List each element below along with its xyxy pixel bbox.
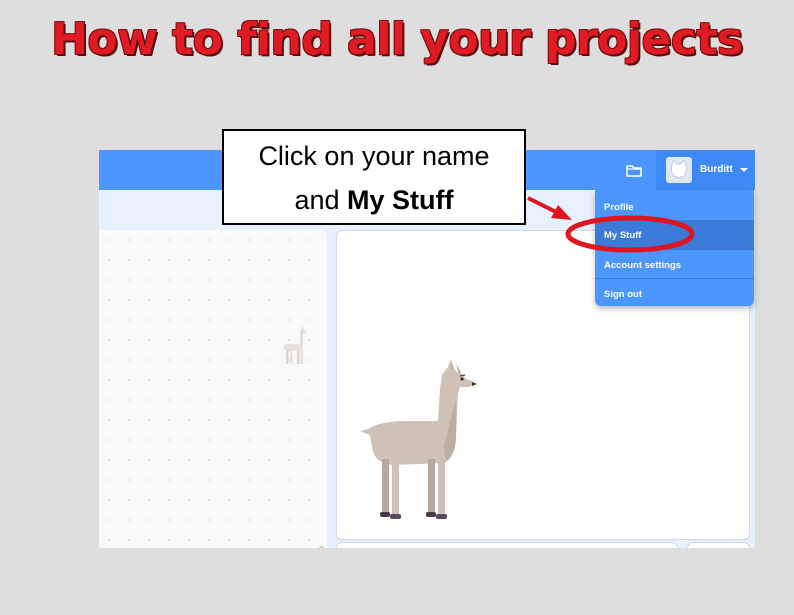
slide-title: How to find all your projects: [51, 14, 743, 65]
callout-line-1: Click on your name: [258, 141, 490, 171]
folder-icon[interactable]: [624, 160, 644, 180]
code-area[interactable]: [99, 230, 327, 548]
caret-down-icon[interactable]: [740, 168, 748, 172]
menu-item-my-stuff[interactable]: My Stuff: [595, 220, 754, 249]
account-dropdown-menu: Profile My Stuff Account settings Sign o…: [595, 190, 754, 306]
menu-item-sign-out[interactable]: Sign out: [595, 278, 754, 307]
llama-sprite[interactable]: [352, 359, 482, 529]
account-menu-button[interactable]: Burditt: [656, 150, 755, 190]
callout-prefix: and: [294, 185, 348, 215]
menu-item-profile[interactable]: Profile: [595, 192, 754, 221]
stage-selector-panel: [687, 542, 750, 548]
menu-item-account-settings[interactable]: Account settings: [595, 249, 754, 278]
instruction-callout: Click on your name and My Stuff: [222, 129, 526, 225]
sprite-info-panel: [336, 542, 678, 548]
account-name[interactable]: Burditt: [700, 164, 733, 175]
callout-my-stuff: My Stuff: [347, 185, 454, 215]
avatar: [666, 157, 692, 183]
sprite-thumbnail-llama-icon: [284, 326, 307, 364]
code-area-scrollbar[interactable]: [319, 546, 324, 548]
cat-avatar-icon: [670, 159, 688, 178]
callout-line-2: and My Stuff: [224, 185, 524, 216]
